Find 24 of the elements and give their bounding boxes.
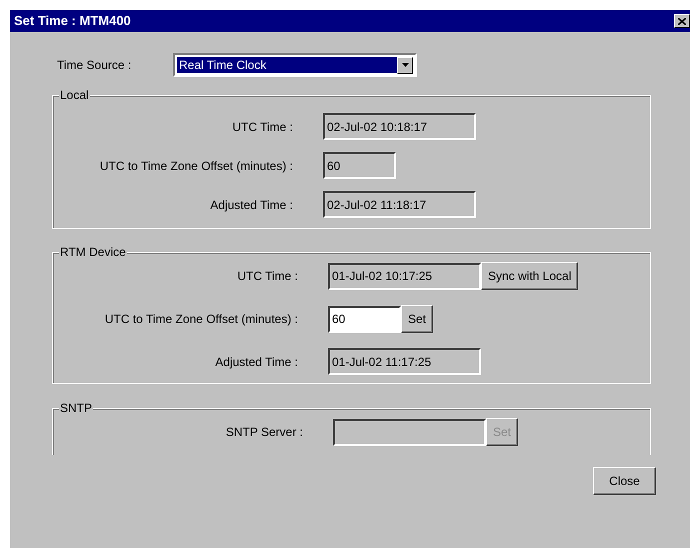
time-field[interactable]: 02-Jul-02 11:18:17: [323, 191, 476, 218]
field-label: UTC Time :: [236, 268, 298, 285]
time-field[interactable]: 02-Jul-02 10:18:17: [323, 113, 476, 140]
time-field[interactable]: [333, 418, 486, 446]
field-label: UTC Time :: [231, 118, 293, 136]
offset-field[interactable]: 60: [328, 306, 401, 332]
field-label: UTC to Time Zone Offset (minutes) :: [98, 158, 293, 174]
field-label: UTC to Time Zone Offset (minutes) :: [104, 311, 298, 328]
field-label: SNTP Server :: [224, 424, 303, 441]
dropdown-arrow-button[interactable]: [397, 56, 413, 74]
action-button[interactable]: Sync with Local: [481, 262, 578, 290]
time-source-dropdown[interactable]: Real Time Clock: [173, 53, 417, 77]
close-icon: [678, 18, 686, 24]
time-field[interactable]: 01-Jul-02 10:17:25: [328, 262, 481, 290]
action-button[interactable]: Set: [401, 305, 434, 333]
close-dialog-button[interactable]: Close: [593, 467, 656, 495]
offset-field[interactable]: 60: [323, 152, 396, 179]
field-label: Adjusted Time :: [209, 196, 293, 214]
field-label: Time Source :: [57, 57, 132, 74]
window-title: Set Time : MTM400: [14, 12, 131, 30]
time-field[interactable]: 01-Jul-02 11:17:25: [328, 348, 481, 375]
field-label: Adjusted Time :: [214, 354, 298, 370]
close-button[interactable]: [674, 14, 690, 28]
caret-down-icon: [402, 63, 408, 67]
